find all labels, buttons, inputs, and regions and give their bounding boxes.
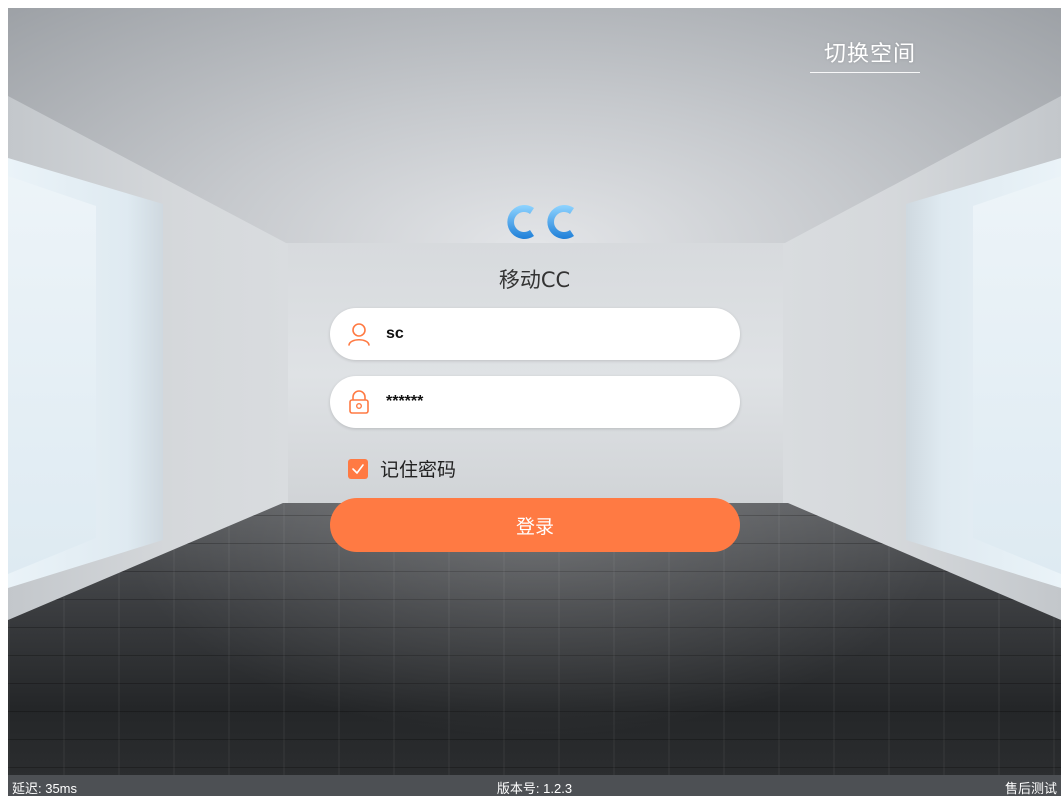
remember-password-checkbox[interactable] (348, 458, 368, 479)
lock-icon (344, 387, 374, 417)
version-text: 版本号: 1.2.3 (496, 781, 573, 796)
username-field[interactable]: sc (330, 308, 740, 360)
remember-password-toggle[interactable]: 记住密码 (348, 455, 456, 482)
checkmark-icon (352, 463, 364, 474)
status-bar: 延迟: 35ms 版本号: 1.2.3 售后测试 (8, 775, 1061, 796)
cc-logo-icon (507, 205, 574, 239)
password-value: ****** (386, 393, 424, 410)
username-value: sc (386, 325, 404, 342)
app-screen: 切换空间 移动CC sc ****** 记住密码 登录 延迟: 35ms 版本号… (8, 8, 1061, 796)
remember-password-label: 记住密码 (380, 459, 457, 481)
login-button[interactable]: 登录 (330, 498, 740, 552)
user-icon (344, 319, 374, 349)
app-name: 移动CC (498, 268, 571, 292)
switch-space-link[interactable]: 切换空间 (810, 36, 921, 73)
password-field[interactable]: ****** (330, 376, 740, 428)
after-sales-link[interactable]: 售后测试 (1005, 778, 1057, 796)
